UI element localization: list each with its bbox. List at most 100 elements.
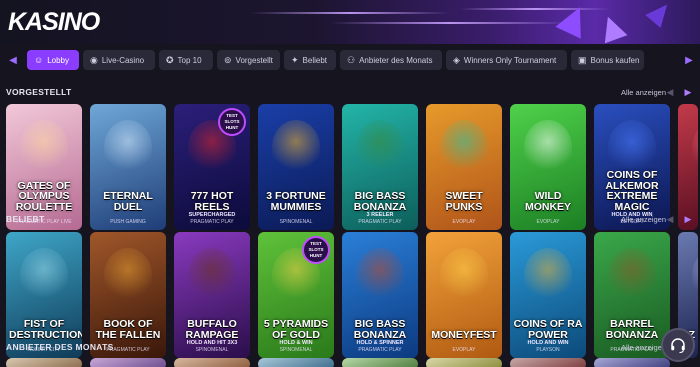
tabs-next-arrow-icon[interactable]: ▶	[682, 52, 696, 68]
game-card[interactable]: Coins of Alkemor Extreme Magic Hold and W…	[594, 104, 670, 230]
game-artwork	[20, 120, 68, 174]
game-card[interactable]: TEST SLOTS HUNT 777 Hot Reels Supercharged…	[174, 104, 250, 230]
game-card[interactable]	[6, 358, 82, 367]
game-provider: Pragmatic Play	[358, 347, 402, 353]
support-chat-button[interactable]	[661, 328, 695, 362]
game-tagline: Hold & Win	[279, 340, 313, 346]
tab-label: Vorgestellt	[235, 55, 273, 65]
tab-vorgestellt[interactable]: ⊚ Vorgestellt	[217, 50, 280, 70]
header-decoration	[250, 12, 450, 14]
section-title-popular: BELIEBT	[6, 214, 45, 224]
game-artwork	[440, 120, 488, 174]
game-artwork	[272, 120, 320, 174]
game-title: 777 Hot Reels	[190, 190, 234, 213]
category-tabs: ◀ ▶ ☺ Lobby ◉ Live-Casino ✪ Top 10 ⊚ Vorgestell…	[0, 48, 700, 72]
tab-live-casino[interactable]: ◉ Live-Casino	[83, 50, 155, 70]
game-title: Big Bass Bonanza	[353, 318, 407, 341]
slots-hunt-badge: TEST SLOTS HUNT	[302, 236, 330, 264]
tabs-prev-arrow-icon[interactable]: ◀	[6, 52, 20, 68]
game-artwork	[20, 248, 68, 302]
game-title: Coins of Alkemor Extreme Magic	[605, 169, 659, 213]
game-title: Eternal Duel	[103, 190, 153, 213]
game-title: 5 Pyramids of Gold	[263, 318, 329, 341]
game-card[interactable]: Moneyfest Evoplay	[426, 232, 502, 358]
game-artwork	[356, 120, 404, 174]
game-card[interactable]: 3 Fortune Mummies Spinomenal	[258, 104, 334, 230]
slots-hunt-badge: TEST SLOTS HUNT	[218, 108, 246, 136]
game-title: Big Bass Bonanza	[353, 190, 407, 213]
featured-prev-arrow-icon[interactable]: ◀	[664, 87, 676, 98]
game-artwork	[692, 120, 698, 174]
game-artwork	[608, 248, 656, 302]
game-card[interactable]: Book of the Fallen Pragmatic Play	[90, 232, 166, 358]
game-artwork	[104, 248, 152, 302]
header-decoration	[330, 22, 570, 24]
tab-beliebt[interactable]: ✦ Beliebt	[284, 50, 336, 70]
game-card[interactable]: Gates of Olympus Roulette Pragmatic Play …	[6, 104, 82, 230]
popular-prev-arrow-icon[interactable]: ◀	[664, 214, 676, 225]
tab-label: Beliebt	[302, 55, 328, 65]
game-tagline: 3 Reeler	[366, 212, 394, 218]
game-card[interactable]: Big Bass Bonanza 3 Reeler Pragmatic Play	[342, 104, 418, 230]
game-card[interactable]: Buffalo Rampage Hold and Hit 3x3 Spinomena…	[174, 232, 250, 358]
game-card[interactable]	[90, 358, 166, 367]
game-card[interactable]	[174, 358, 250, 367]
headset-icon	[671, 338, 685, 354]
game-card[interactable]	[510, 358, 586, 367]
crystal-decoration	[596, 12, 628, 44]
game-artwork	[608, 120, 656, 174]
tab-label: Anbieter des Monats	[359, 55, 433, 65]
site-header: KASINO	[0, 0, 700, 44]
live-icon: ◉	[90, 54, 98, 65]
game-provider: Push Gaming	[110, 219, 146, 225]
game-provider: Playson	[536, 347, 560, 353]
game-title: Sweet Punks	[445, 190, 483, 213]
game-tagline: Supercharged	[188, 212, 236, 218]
tab-lobby[interactable]: ☺ Lobby	[27, 50, 79, 70]
show-all-provider-link[interactable]: Alle anzeigen	[621, 343, 666, 352]
game-card[interactable]	[258, 358, 334, 367]
game-title: Fist of Destruction	[9, 318, 82, 341]
game-artwork	[356, 248, 404, 302]
game-title: Barrel Bonanza	[605, 318, 659, 341]
game-provider: Evoplay	[452, 347, 476, 353]
game-card[interactable]	[426, 358, 502, 367]
game-artwork	[524, 120, 572, 174]
game-card[interactable]: Big Bass Bonanza Hold & Spinner Pragmatic …	[342, 232, 418, 358]
tab-label: Lobby	[47, 55, 69, 65]
popular-next-arrow-icon[interactable]: ▶	[682, 214, 694, 225]
header-decoration	[460, 8, 610, 10]
game-card[interactable]	[342, 358, 418, 367]
tournament-icon: ◈	[453, 54, 460, 65]
game-card[interactable]: Barrel Bonanza Pragmatic Play	[594, 232, 670, 358]
tab-anbieter-des-monats[interactable]: ⚇ Anbieter des Monats	[340, 50, 442, 70]
game-card[interactable]: Coins of Ra Power Hold and Win Playson	[510, 232, 586, 358]
tab-label: Top 10	[177, 55, 202, 65]
crystal-decoration	[645, 0, 675, 28]
game-card[interactable]: Eternal Duel Push Gaming	[90, 104, 166, 230]
show-all-featured-link[interactable]: Alle anzeigen	[621, 88, 666, 97]
tab-bonus-kaufen[interactable]: ▣ Bonus kaufen	[571, 50, 644, 70]
game-card[interactable]: Wild Monkey Evoplay	[510, 104, 586, 230]
game-artwork	[104, 120, 152, 174]
game-provider: Spinomenal	[195, 347, 229, 353]
crystal-decoration	[555, 1, 593, 39]
show-all-popular-link[interactable]: Alle anzeigen	[621, 215, 666, 224]
game-card[interactable]: Fist of Destruction Nolimit City	[6, 232, 82, 358]
tab-winners-only-tournament[interactable]: ◈ Winners Only Tournament	[446, 50, 567, 70]
medal-icon: ✪	[166, 54, 174, 65]
game-provider: Spinomenal	[279, 219, 313, 225]
site-logo[interactable]: KASINO	[8, 8, 100, 37]
lobby-icon: ☺	[34, 55, 44, 65]
featured-next-arrow-icon[interactable]: ▶	[682, 87, 694, 98]
game-card[interactable]	[594, 358, 670, 367]
game-card[interactable]	[678, 104, 698, 230]
game-card[interactable]: Sweet Punks Evoplay	[426, 104, 502, 230]
game-card[interactable]: TEST SLOTS HUNT 5 Pyramids of Gold Hold & …	[258, 232, 334, 358]
tab-top-10[interactable]: ✪ Top 10	[159, 50, 213, 70]
provider-icon: ⚇	[347, 54, 356, 65]
featured-icon: ⊚	[224, 54, 232, 65]
game-provider: Spinomenal	[279, 347, 313, 353]
game-provider: Evoplay	[536, 219, 560, 225]
game-title: Coins of Ra Power	[513, 318, 583, 341]
